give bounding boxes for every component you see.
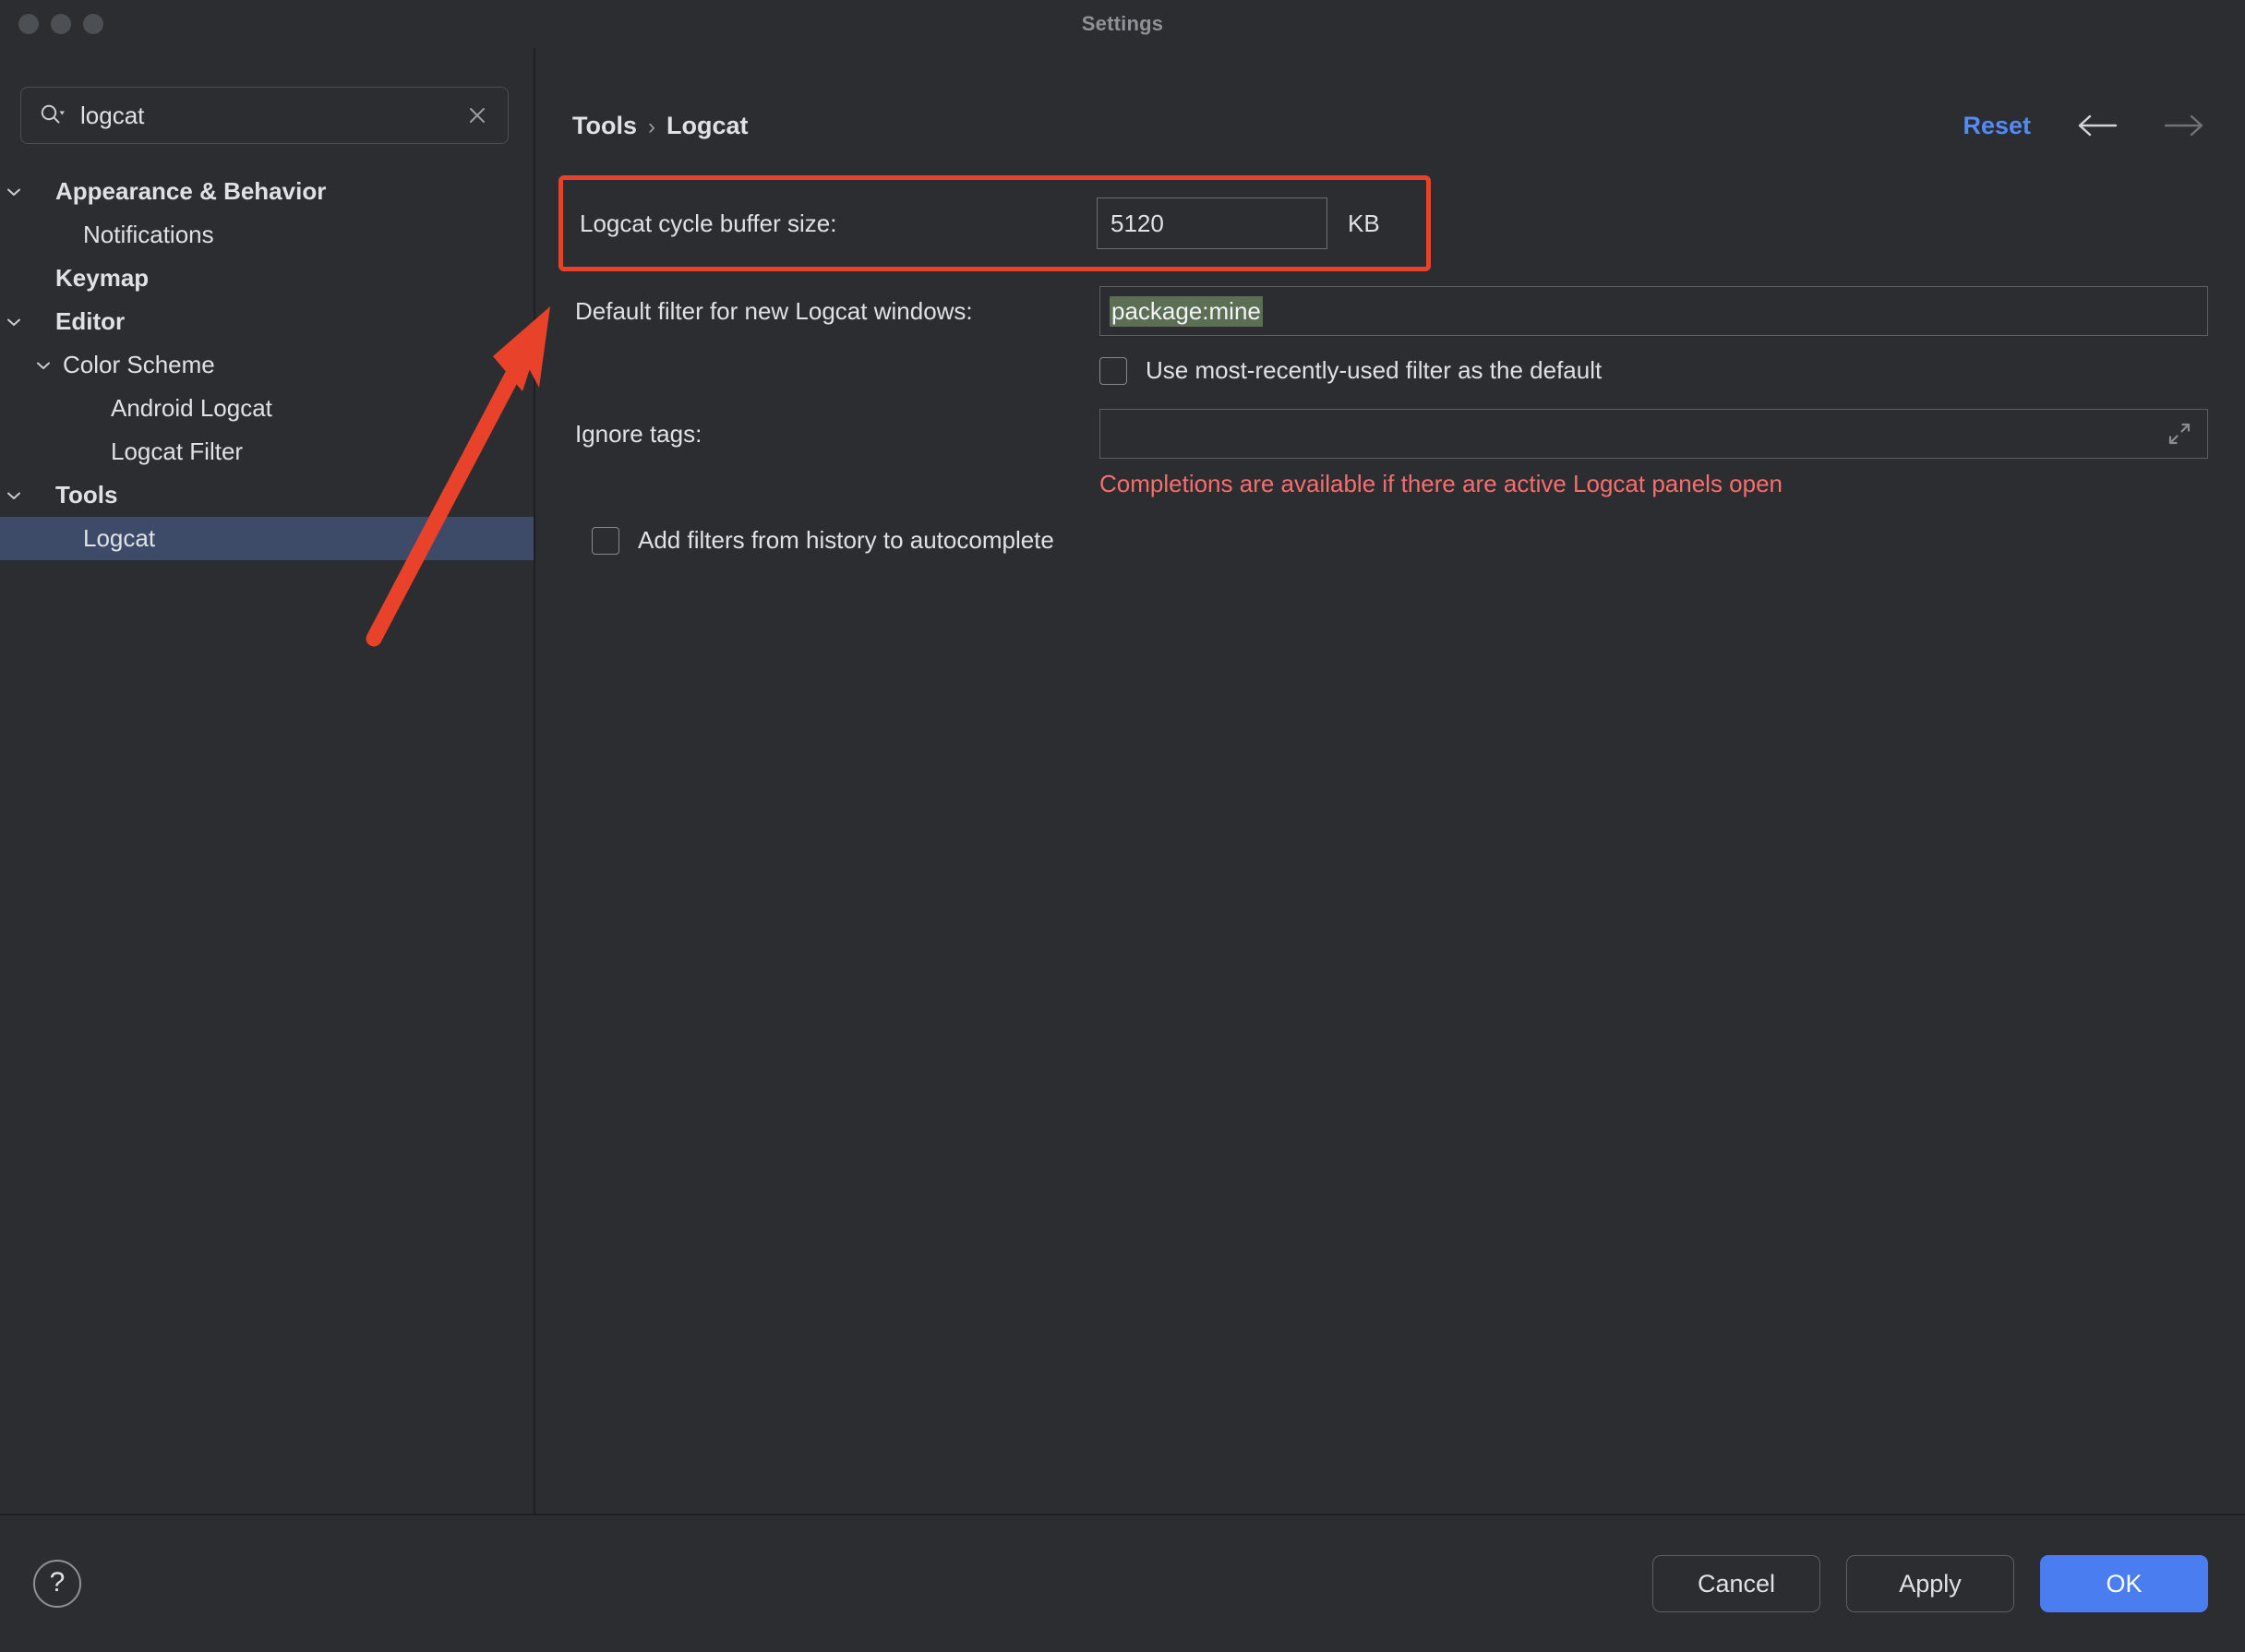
breadcrumb-current: Logcat xyxy=(666,111,749,139)
sidebar-item-label: Keymap xyxy=(55,264,150,292)
search-icon xyxy=(38,102,66,129)
ok-button[interactable]: OK xyxy=(2040,1555,2208,1612)
dialog-footer: ? Cancel Apply OK xyxy=(0,1515,2245,1652)
zoom-button[interactable] xyxy=(83,14,103,34)
mru-filter-checkbox-row: Use most-recently-used filter as the def… xyxy=(575,356,2245,385)
cancel-button[interactable]: Cancel xyxy=(1652,1555,1820,1612)
logcat-settings-form: Logcat cycle buffer size: KB Default fil… xyxy=(535,175,2245,555)
sidebar-item-editor[interactable]: Editor xyxy=(0,300,534,343)
sidebar-item-logcat-filter[interactable]: Logcat Filter xyxy=(0,430,534,473)
sidebar-item-label: Notifications xyxy=(83,221,214,248)
settings-search-box[interactable] xyxy=(20,87,509,144)
buffer-size-unit: KB xyxy=(1348,209,1380,237)
sidebar-item-color-scheme[interactable]: Color Scheme xyxy=(0,343,534,387)
sidebar-item-label: Color Scheme xyxy=(63,351,215,378)
close-icon[interactable] xyxy=(462,100,493,131)
sidebar-item-label: Tools xyxy=(55,481,118,509)
chevron-down-icon[interactable] xyxy=(0,183,28,201)
main-header: Tools › Logcat Reset xyxy=(572,96,2208,155)
reset-button[interactable]: Reset xyxy=(1963,112,2031,140)
close-button[interactable] xyxy=(18,14,39,34)
sidebar-item-label: Appearance & Behavior xyxy=(55,177,327,205)
window-title: Settings xyxy=(1081,12,1164,35)
default-filter-row: Default filter for new Logcat windows: p… xyxy=(575,286,2245,336)
history-autocomplete-checkbox-row: Add filters from history to autocomplete xyxy=(575,526,2245,555)
logcat-cycle-buffer-row: Logcat cycle buffer size: KB xyxy=(558,175,1431,271)
default-filter-input[interactable]: package:mine xyxy=(1099,286,2208,336)
ignore-tags-row: Ignore tags: xyxy=(575,409,2245,459)
help-button[interactable]: ? xyxy=(33,1560,81,1608)
sidebar-item-tools[interactable]: Tools xyxy=(0,473,534,517)
sidebar-item-label: Logcat Filter xyxy=(111,437,244,465)
title-bar: Settings xyxy=(0,0,2245,48)
traffic-light-controls xyxy=(18,0,103,48)
chevron-down-icon[interactable] xyxy=(30,356,57,375)
breadcrumb-separator-icon: › xyxy=(648,114,655,139)
header-actions: Reset xyxy=(1963,110,2208,141)
sidebar-item-label: Android Logcat xyxy=(111,394,272,422)
buffer-size-input[interactable] xyxy=(1097,198,1327,249)
chevron-down-icon[interactable] xyxy=(0,313,28,331)
sidebar-item-label: Editor xyxy=(55,307,126,335)
buffer-size-label: Logcat cycle buffer size: xyxy=(580,209,837,237)
arrow-left-icon[interactable] xyxy=(2073,110,2119,141)
arrow-right-icon[interactable] xyxy=(2162,110,2208,141)
ignore-tags-input[interactable] xyxy=(1099,409,2208,459)
settings-tree: Appearance & Behavior Notifications Keym… xyxy=(0,170,534,560)
sidebar-item-logcat[interactable]: Logcat xyxy=(0,517,534,560)
mru-filter-checkbox[interactable] xyxy=(1099,356,1127,385)
chevron-down-icon[interactable] xyxy=(0,486,28,505)
breadcrumb: Tools › Logcat xyxy=(572,112,749,140)
sidebar-item-notifications[interactable]: Notifications xyxy=(0,213,534,257)
sidebar-item-appearance-behavior[interactable]: Appearance & Behavior xyxy=(0,170,534,213)
dialog-body: Appearance & Behavior Notifications Keym… xyxy=(0,48,2245,1515)
apply-button[interactable]: Apply xyxy=(1846,1555,2014,1612)
dialog-action-buttons: Cancel Apply OK xyxy=(1652,1555,2208,1612)
settings-window: Settings logcat Appearance & Behavior No… xyxy=(0,0,2245,1652)
sidebar-item-label: Logcat xyxy=(83,524,156,552)
expand-icon[interactable] xyxy=(2165,419,2194,449)
default-filter-label: Default filter for new Logcat windows: xyxy=(575,296,973,325)
settings-sidebar: Appearance & Behavior Notifications Keym… xyxy=(0,48,535,1514)
history-autocomplete-checkbox[interactable] xyxy=(592,526,619,555)
sidebar-item-android-logcat[interactable]: Android Logcat xyxy=(0,387,534,430)
default-filter-value: package:mine xyxy=(1110,295,1263,327)
history-autocomplete-label: Add filters from history to autocomplete xyxy=(638,526,1054,554)
sidebar-item-keymap[interactable]: Keymap xyxy=(0,257,534,300)
search-input[interactable] xyxy=(80,101,462,130)
minimize-button[interactable] xyxy=(51,14,71,34)
breadcrumb-parent[interactable]: Tools xyxy=(572,112,637,140)
completion-hint-text: Completions are available if there are a… xyxy=(1099,470,1783,497)
settings-main-panel: Tools › Logcat Reset Logcat cycle buffer… xyxy=(535,48,2245,1514)
mru-filter-label: Use most-recently-used filter as the def… xyxy=(1146,356,1603,384)
ignore-tags-label: Ignore tags: xyxy=(575,419,702,448)
